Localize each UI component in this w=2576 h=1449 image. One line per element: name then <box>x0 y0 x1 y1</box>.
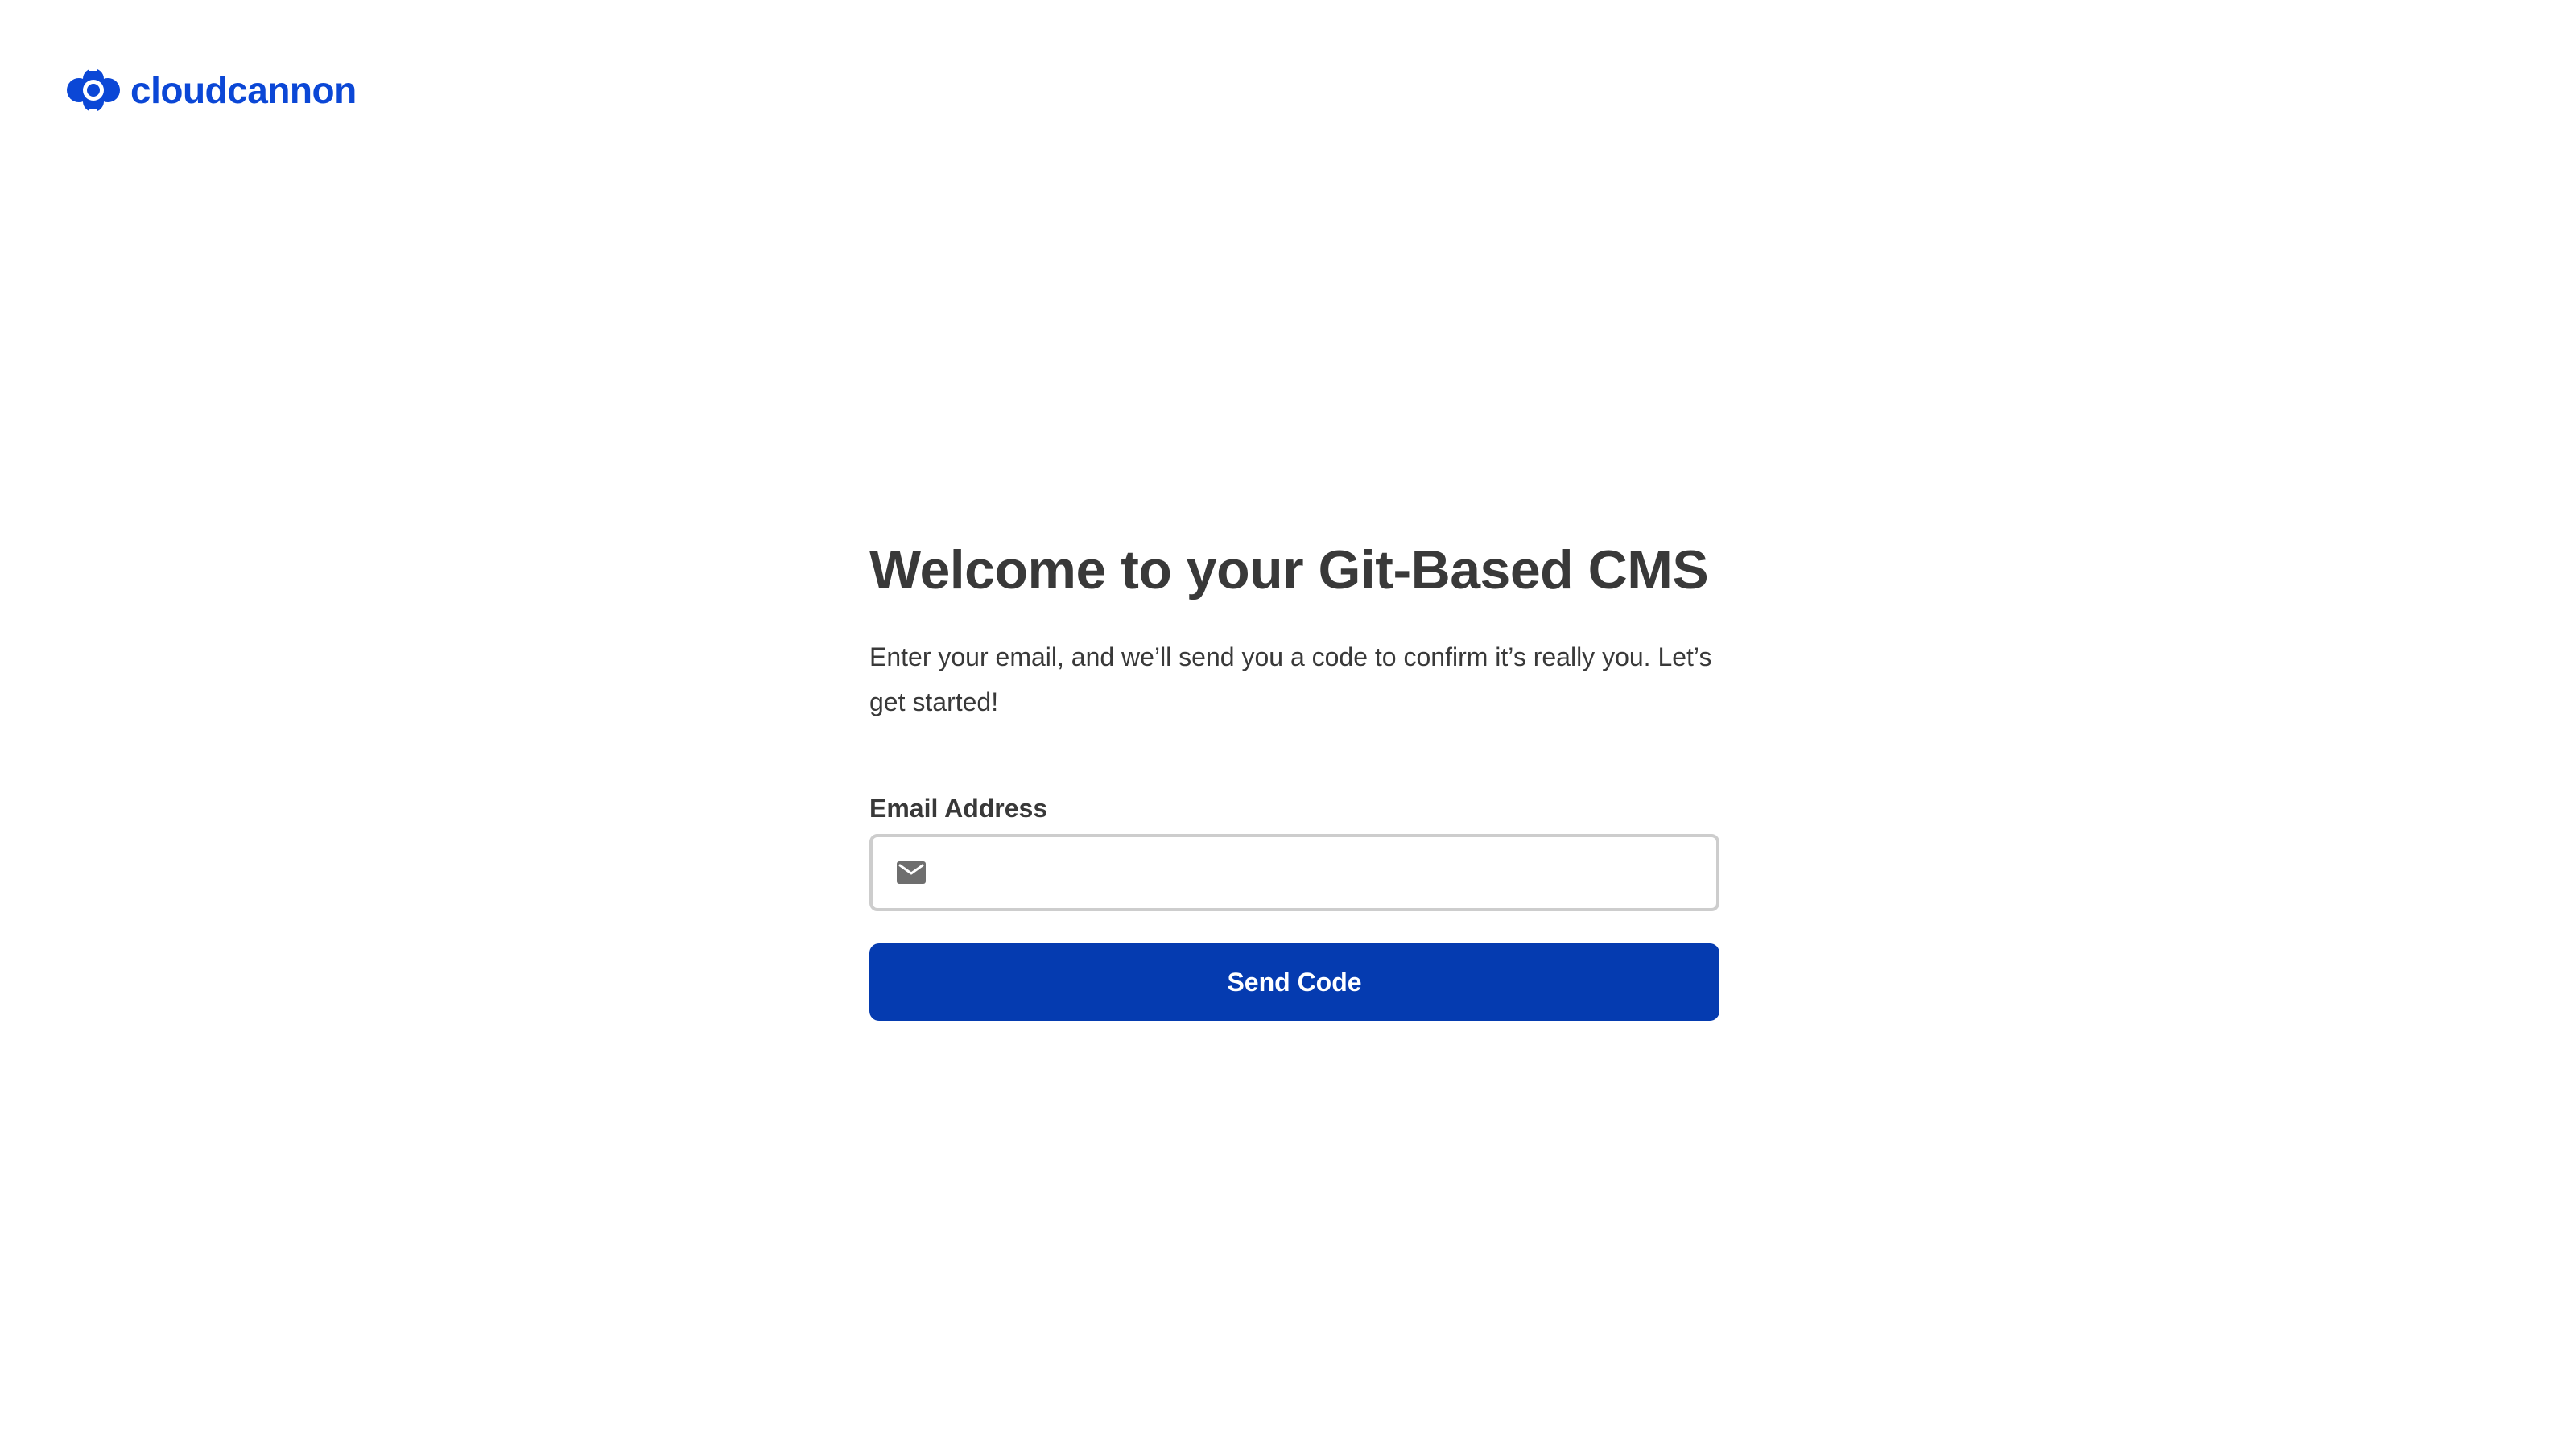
cloudcannon-logo-icon <box>67 68 120 113</box>
intro-text: Enter your email, and we’ll send you a c… <box>869 642 1712 716</box>
email-input[interactable] <box>943 837 1700 908</box>
mail-icon <box>897 861 926 884</box>
send-code-button[interactable]: Send Code <box>869 943 1719 1021</box>
email-field[interactable] <box>869 834 1719 911</box>
email-label: Email Address <box>869 794 1048 823</box>
login-panel: Welcome to your Git-Based CMS Enter your… <box>869 531 1719 1021</box>
page-title: Welcome to your Git-Based CMS <box>869 539 1709 601</box>
brand-logo-link[interactable]: cloudcannon <box>64 68 357 113</box>
brand-name: cloudcannon <box>130 69 357 111</box>
